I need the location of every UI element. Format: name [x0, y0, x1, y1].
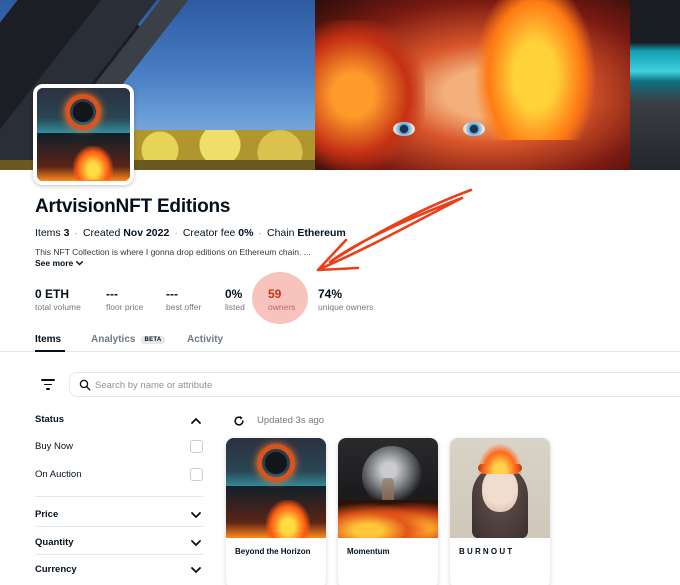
nft-card[interactable]: Beyond the Horizon	[226, 438, 326, 585]
stat-label: unique owners	[318, 302, 374, 312]
stat-value: ---	[166, 287, 178, 301]
stat-value: ---	[106, 287, 118, 301]
tab-activity[interactable]: Activity	[187, 334, 223, 345]
tab-label: Analytics	[91, 334, 136, 345]
see-more-button[interactable]: See more	[35, 258, 84, 268]
filter-option-label: Buy Now	[35, 441, 74, 452]
stat-best-offer: --- best offer	[166, 287, 202, 313]
filter-status-header[interactable]: Status	[35, 414, 64, 425]
filter-price-header[interactable]: Price	[35, 509, 58, 520]
stat-unique-owners: 74% unique owners	[318, 287, 374, 313]
buy-now-checkbox[interactable]	[190, 440, 203, 453]
filter-currency-header[interactable]: Currency	[35, 564, 77, 575]
last-updated-text: Updated 3s ago	[257, 415, 325, 426]
tab-label: Items	[35, 334, 62, 345]
stat-label: total volume	[35, 302, 81, 312]
banner-image-right	[630, 0, 680, 170]
banner-image-middle	[315, 0, 630, 170]
stat-label: listed	[225, 302, 245, 312]
search-bar[interactable]	[69, 372, 680, 397]
search-icon	[79, 379, 91, 391]
collection-avatar	[33, 84, 134, 185]
beta-badge: BETA	[141, 335, 165, 344]
nft-name: BURNOUT	[459, 547, 515, 556]
nft-card[interactable]: Momentum	[338, 438, 438, 585]
nft-image	[450, 438, 550, 538]
nft-name: Beyond the Horizon	[235, 547, 311, 556]
collection-title: ArtvisionNFT Editions	[35, 196, 231, 217]
filter-option-label: On Auction	[35, 469, 82, 480]
collection-meta: Items 3 · Created Nov 2022 · Creator fee 0% ·…	[35, 227, 346, 239]
nft-name: Momentum	[347, 547, 390, 556]
stat-label: best offer	[166, 302, 202, 312]
tab-items[interactable]: Items	[35, 334, 61, 345]
nft-card[interactable]: BURNOUT	[450, 438, 550, 585]
see-more-label: See more	[35, 258, 74, 268]
stat-floor-price: --- floor price	[106, 287, 144, 313]
chevron-down-icon[interactable]	[191, 567, 201, 574]
chevron-up-icon[interactable]	[191, 417, 201, 424]
tab-bar: Items Analytics BETA Activity	[0, 330, 680, 352]
nft-image	[338, 438, 438, 538]
stat-value: 59	[268, 287, 282, 301]
stat-owners: 59 owners	[268, 287, 296, 313]
chevron-down-icon[interactable]	[191, 540, 201, 547]
divider	[35, 526, 203, 527]
chevron-down-icon	[76, 260, 84, 266]
stat-value: 74%	[318, 287, 343, 301]
chevron-down-icon[interactable]	[191, 512, 201, 519]
stat-label: owners	[268, 302, 296, 312]
collection-description: This NFT Collection is where I gonna dro…	[35, 247, 311, 257]
stat-total-volume: 0 ETH total volume	[35, 287, 81, 313]
filter-icon[interactable]	[41, 377, 57, 391]
refresh-icon[interactable]	[233, 415, 245, 427]
tab-analytics[interactable]: Analytics BETA	[91, 334, 165, 345]
active-tab-underline	[35, 350, 65, 352]
search-input[interactable]	[95, 376, 495, 394]
stat-label: floor price	[106, 302, 144, 312]
on-auction-checkbox[interactable]	[190, 468, 203, 481]
stat-listed: 0% listed	[225, 287, 245, 313]
tab-label: Activity	[187, 334, 224, 345]
stat-value: 0 ETH	[35, 287, 70, 301]
nft-image	[226, 438, 326, 538]
filter-quantity-header[interactable]: Quantity	[35, 537, 74, 548]
stat-value: 0%	[225, 287, 243, 301]
divider	[35, 496, 203, 497]
divider	[35, 554, 203, 555]
